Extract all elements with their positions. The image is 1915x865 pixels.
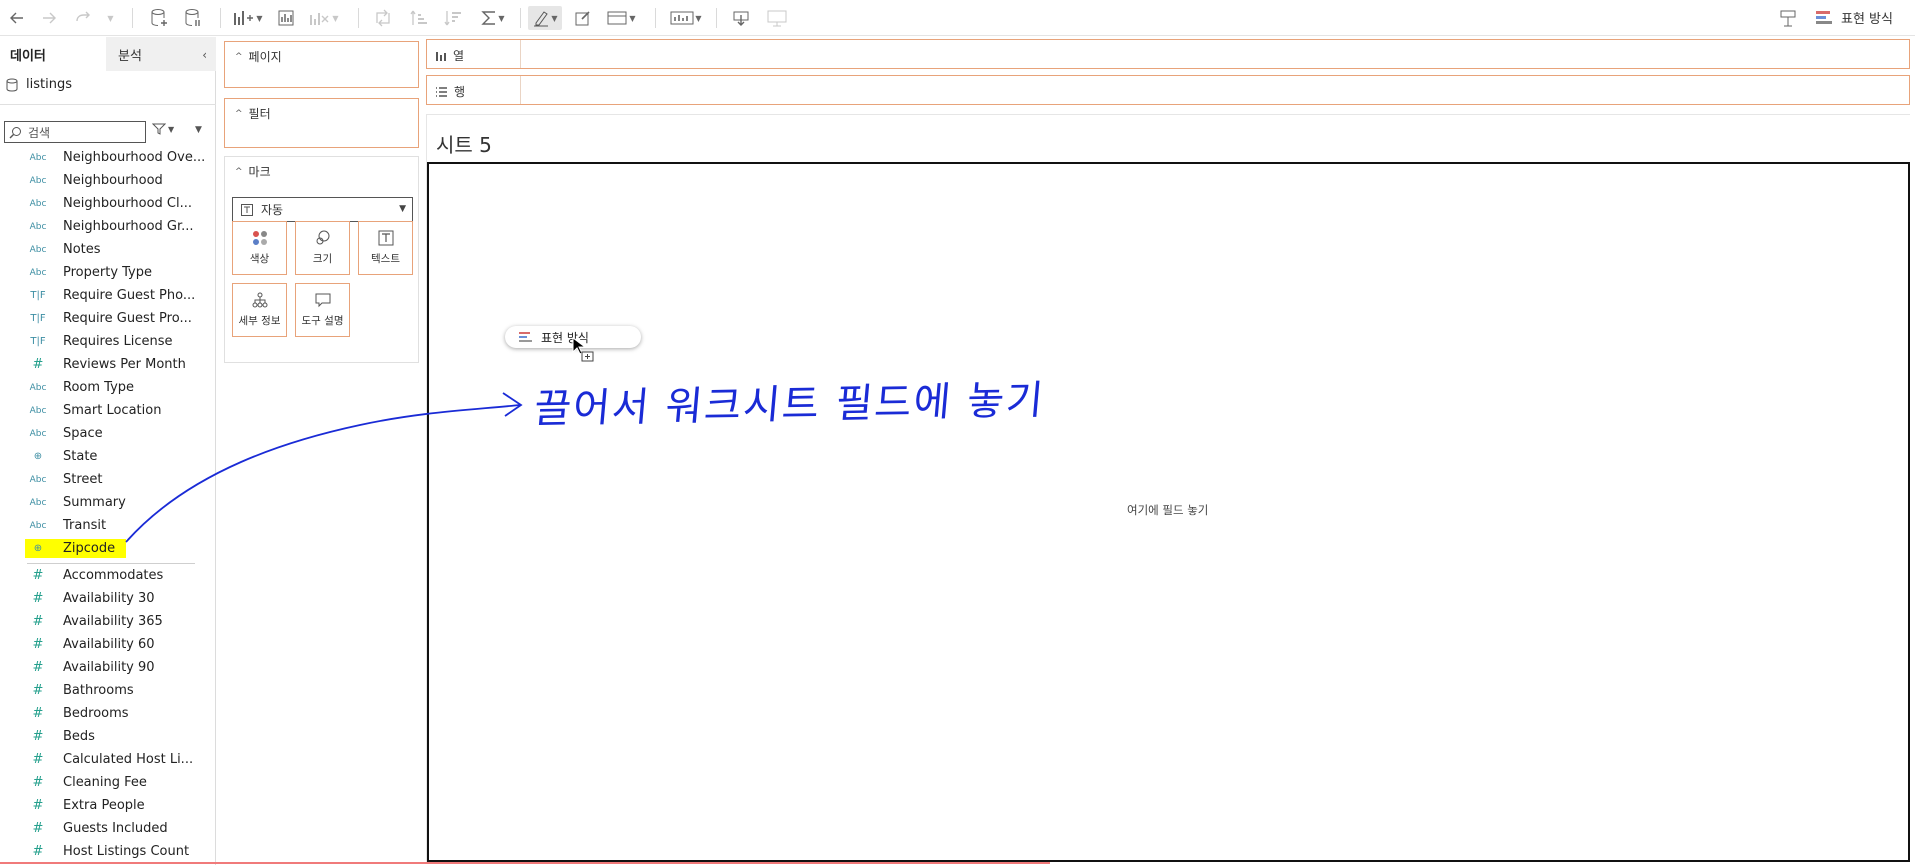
annotation-arrow bbox=[125, 392, 523, 543]
bottom-edge bbox=[0, 862, 1050, 864]
annotation-text: 끌어서 워크시트 필드에 놓기 bbox=[532, 377, 1047, 433]
